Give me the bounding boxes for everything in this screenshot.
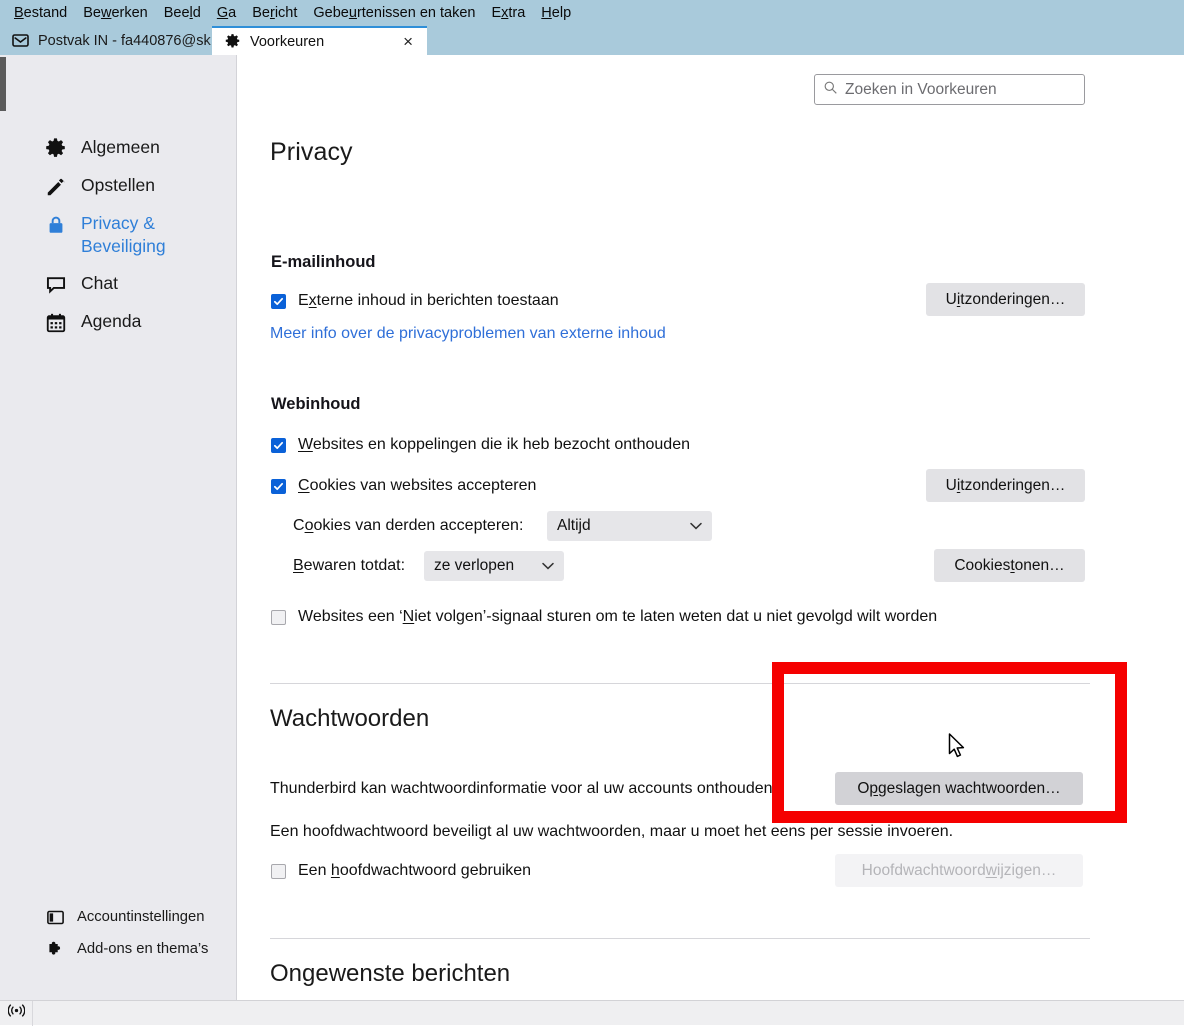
checkbox-row-do-not-track[interactable]: Websites een ‘Niet volgen’-signaal sture… bbox=[271, 608, 937, 626]
third-party-cookies-value: Altijd bbox=[557, 517, 591, 534]
group-title-junk: Ongewenste berichten bbox=[270, 960, 511, 987]
menu-beeld[interactable]: Beeld bbox=[156, 2, 209, 24]
chevron-down-icon bbox=[542, 557, 554, 575]
remember-history-label: Websites en koppelingen die ik heb bezoc… bbox=[298, 436, 690, 453]
tab-postvak-in[interactable]: Postvak IN - fa440876@sk bbox=[0, 26, 212, 55]
gear-icon bbox=[44, 137, 67, 160]
sidebar-item-algemeen[interactable]: Algemeen bbox=[0, 129, 237, 167]
email-exceptions-button[interactable]: Ui tzonderingen… bbox=[926, 283, 1085, 316]
chat-bubble-icon bbox=[44, 273, 67, 296]
sidebar-item-label: Algemeen bbox=[81, 137, 160, 157]
sidebar-item-accountinstellingen[interactable]: Accountinstellingen bbox=[0, 901, 237, 933]
keep-until-label: Bewaren totdat: bbox=[293, 557, 406, 574]
search-icon bbox=[823, 80, 838, 100]
master-password-description: Een hoofdwachtwoord beveiligt al uw wach… bbox=[270, 823, 954, 840]
sidebar-item-label: Accountinstellingen bbox=[77, 909, 205, 925]
divider bbox=[270, 938, 1090, 939]
accept-cookies-checkbox[interactable] bbox=[271, 478, 286, 494]
divider bbox=[270, 683, 1090, 684]
menu-extra[interactable]: Extra bbox=[483, 2, 533, 24]
search-input[interactable]: Zoeken in Voorkeuren bbox=[814, 74, 1085, 105]
sidebar-item-add-ons-en-themas[interactable]: Add-ons en thema’s bbox=[0, 933, 237, 965]
checkbox-row-accept-cookies[interactable]: Cookies van websites accepteren bbox=[271, 477, 536, 495]
pencil-icon bbox=[44, 175, 67, 198]
show-cookies-button[interactable]: Cookies t onen… bbox=[934, 549, 1085, 582]
preferences-content: Zoeken in Voorkeuren Privacy E-mailinhou… bbox=[238, 55, 1184, 1000]
external-content-info-link[interactable]: Meer info over de privacyproblemen van e… bbox=[270, 325, 666, 343]
checkbox-row-remember-history[interactable]: Websites en koppelingen die ik heb bezoc… bbox=[271, 436, 690, 454]
sidebar-item-label: Chat bbox=[81, 273, 118, 293]
third-party-cookies-label: Cookies van derden accepteren: bbox=[293, 517, 524, 534]
checkbox-row-external-content[interactable]: Externe inhoud in berichten toestaan bbox=[271, 292, 559, 310]
mouse-cursor bbox=[948, 733, 968, 766]
status-bar bbox=[0, 1000, 1184, 1026]
page-title: Privacy bbox=[270, 138, 353, 166]
third-party-cookies-select[interactable]: Altijd bbox=[547, 511, 712, 541]
sidebar-item-chat[interactable]: Chat bbox=[0, 265, 237, 303]
menu-ga[interactable]: Ga bbox=[209, 2, 244, 24]
keep-until-value: ze verlopen bbox=[434, 557, 515, 574]
puzzle-icon bbox=[46, 940, 65, 959]
sidebar-item-label: Agenda bbox=[81, 311, 142, 331]
checkbox-row-use-master-password[interactable]: Een hoofdwachtwoord gebruiken bbox=[271, 862, 531, 880]
remember-history-checkbox[interactable] bbox=[271, 437, 286, 453]
menu-bestand[interactable]: Bestand bbox=[6, 2, 75, 24]
sidebar-bottom-list: Accountinstellingen Add-ons en thema’s bbox=[0, 901, 237, 965]
use-master-password-label: Een hoofdwachtwoord gebruiken bbox=[298, 862, 532, 879]
connection-icon bbox=[7, 1004, 25, 1022]
do-not-track-checkbox[interactable] bbox=[271, 609, 286, 625]
cookies-exceptions-button[interactable]: Ui tzonderingen… bbox=[926, 469, 1085, 502]
menu-help[interactable]: Help bbox=[533, 2, 579, 24]
section-heading-web-content: Webinhoud bbox=[271, 395, 361, 413]
sidebar-nav-list: Algemeen Opstellen Privacy & Beveiliging… bbox=[0, 129, 237, 341]
connection-status-cell[interactable] bbox=[0, 1000, 33, 1026]
section-heading-email-content: E-mailinhoud bbox=[271, 253, 376, 271]
keep-until-select[interactable]: ze verlopen bbox=[424, 551, 564, 581]
sidebar-item-label: Privacy & Beveiliging bbox=[81, 213, 166, 256]
sidebar-item-label: Add-ons en thema’s bbox=[77, 941, 209, 957]
search-row: Zoeken in Voorkeuren bbox=[814, 74, 1085, 105]
external-content-checkbox[interactable] bbox=[271, 293, 286, 309]
passwords-description: Thunderbird kan wachtwoordinformatie voo… bbox=[270, 780, 777, 797]
menu-bericht[interactable]: Bericht bbox=[244, 2, 305, 24]
tab-strip: Postvak IN - fa440876@sk Voorkeuren × bbox=[0, 26, 1184, 55]
gear-icon bbox=[224, 33, 241, 50]
scrollbar-thumb[interactable] bbox=[0, 57, 6, 111]
chevron-down-icon bbox=[690, 517, 702, 535]
use-master-password-checkbox[interactable] bbox=[271, 863, 286, 879]
sidebar-item-opstellen[interactable]: Opstellen bbox=[0, 167, 237, 205]
tab-voorkeuren-label: Voorkeuren bbox=[250, 33, 325, 50]
panel-icon bbox=[46, 908, 65, 927]
sidebar-item-label: Opstellen bbox=[81, 175, 155, 195]
accept-cookies-label: Cookies van websites accepteren bbox=[298, 477, 537, 494]
sidebar-item-privacy-beveiliging[interactable]: Privacy & Beveiliging bbox=[0, 205, 237, 265]
envelope-icon bbox=[12, 32, 29, 49]
title-bar: Bestand Bewerken Beeld Ga Bericht Gebeur… bbox=[0, 0, 1184, 26]
lock-icon bbox=[44, 213, 67, 236]
close-icon[interactable]: × bbox=[401, 33, 415, 50]
main-area: Algemeen Opstellen Privacy & Beveiliging… bbox=[0, 55, 1184, 1000]
preferences-sidebar: Algemeen Opstellen Privacy & Beveiliging… bbox=[0, 55, 237, 1000]
change-master-password-button: Hoofdwachtwoord w ijzigen… bbox=[835, 854, 1083, 887]
sidebar-item-agenda[interactable]: Agenda bbox=[0, 303, 237, 341]
tab-postvak-in-label: Postvak IN - fa440876@sk bbox=[38, 32, 211, 49]
do-not-track-label: Websites een ‘Niet volgen’-signaal sture… bbox=[298, 608, 938, 625]
menu-bar: Bestand Bewerken Beeld Ga Bericht Gebeur… bbox=[0, 0, 1184, 26]
tab-voorkeuren[interactable]: Voorkeuren × bbox=[212, 26, 427, 55]
menu-gebeurtenissen-en-taken[interactable]: Gebeurtenissen en taken bbox=[305, 2, 483, 24]
menu-bewerken[interactable]: Bewerken bbox=[75, 2, 156, 24]
calendar-icon bbox=[44, 311, 67, 334]
external-content-label: Externe inhoud in berichten toestaan bbox=[298, 292, 559, 309]
saved-passwords-button[interactable]: Op geslagen wachtwoorden… bbox=[835, 772, 1083, 805]
group-title-passwords: Wachtwoorden bbox=[270, 705, 430, 732]
search-placeholder: Zoeken in Voorkeuren bbox=[845, 80, 997, 98]
